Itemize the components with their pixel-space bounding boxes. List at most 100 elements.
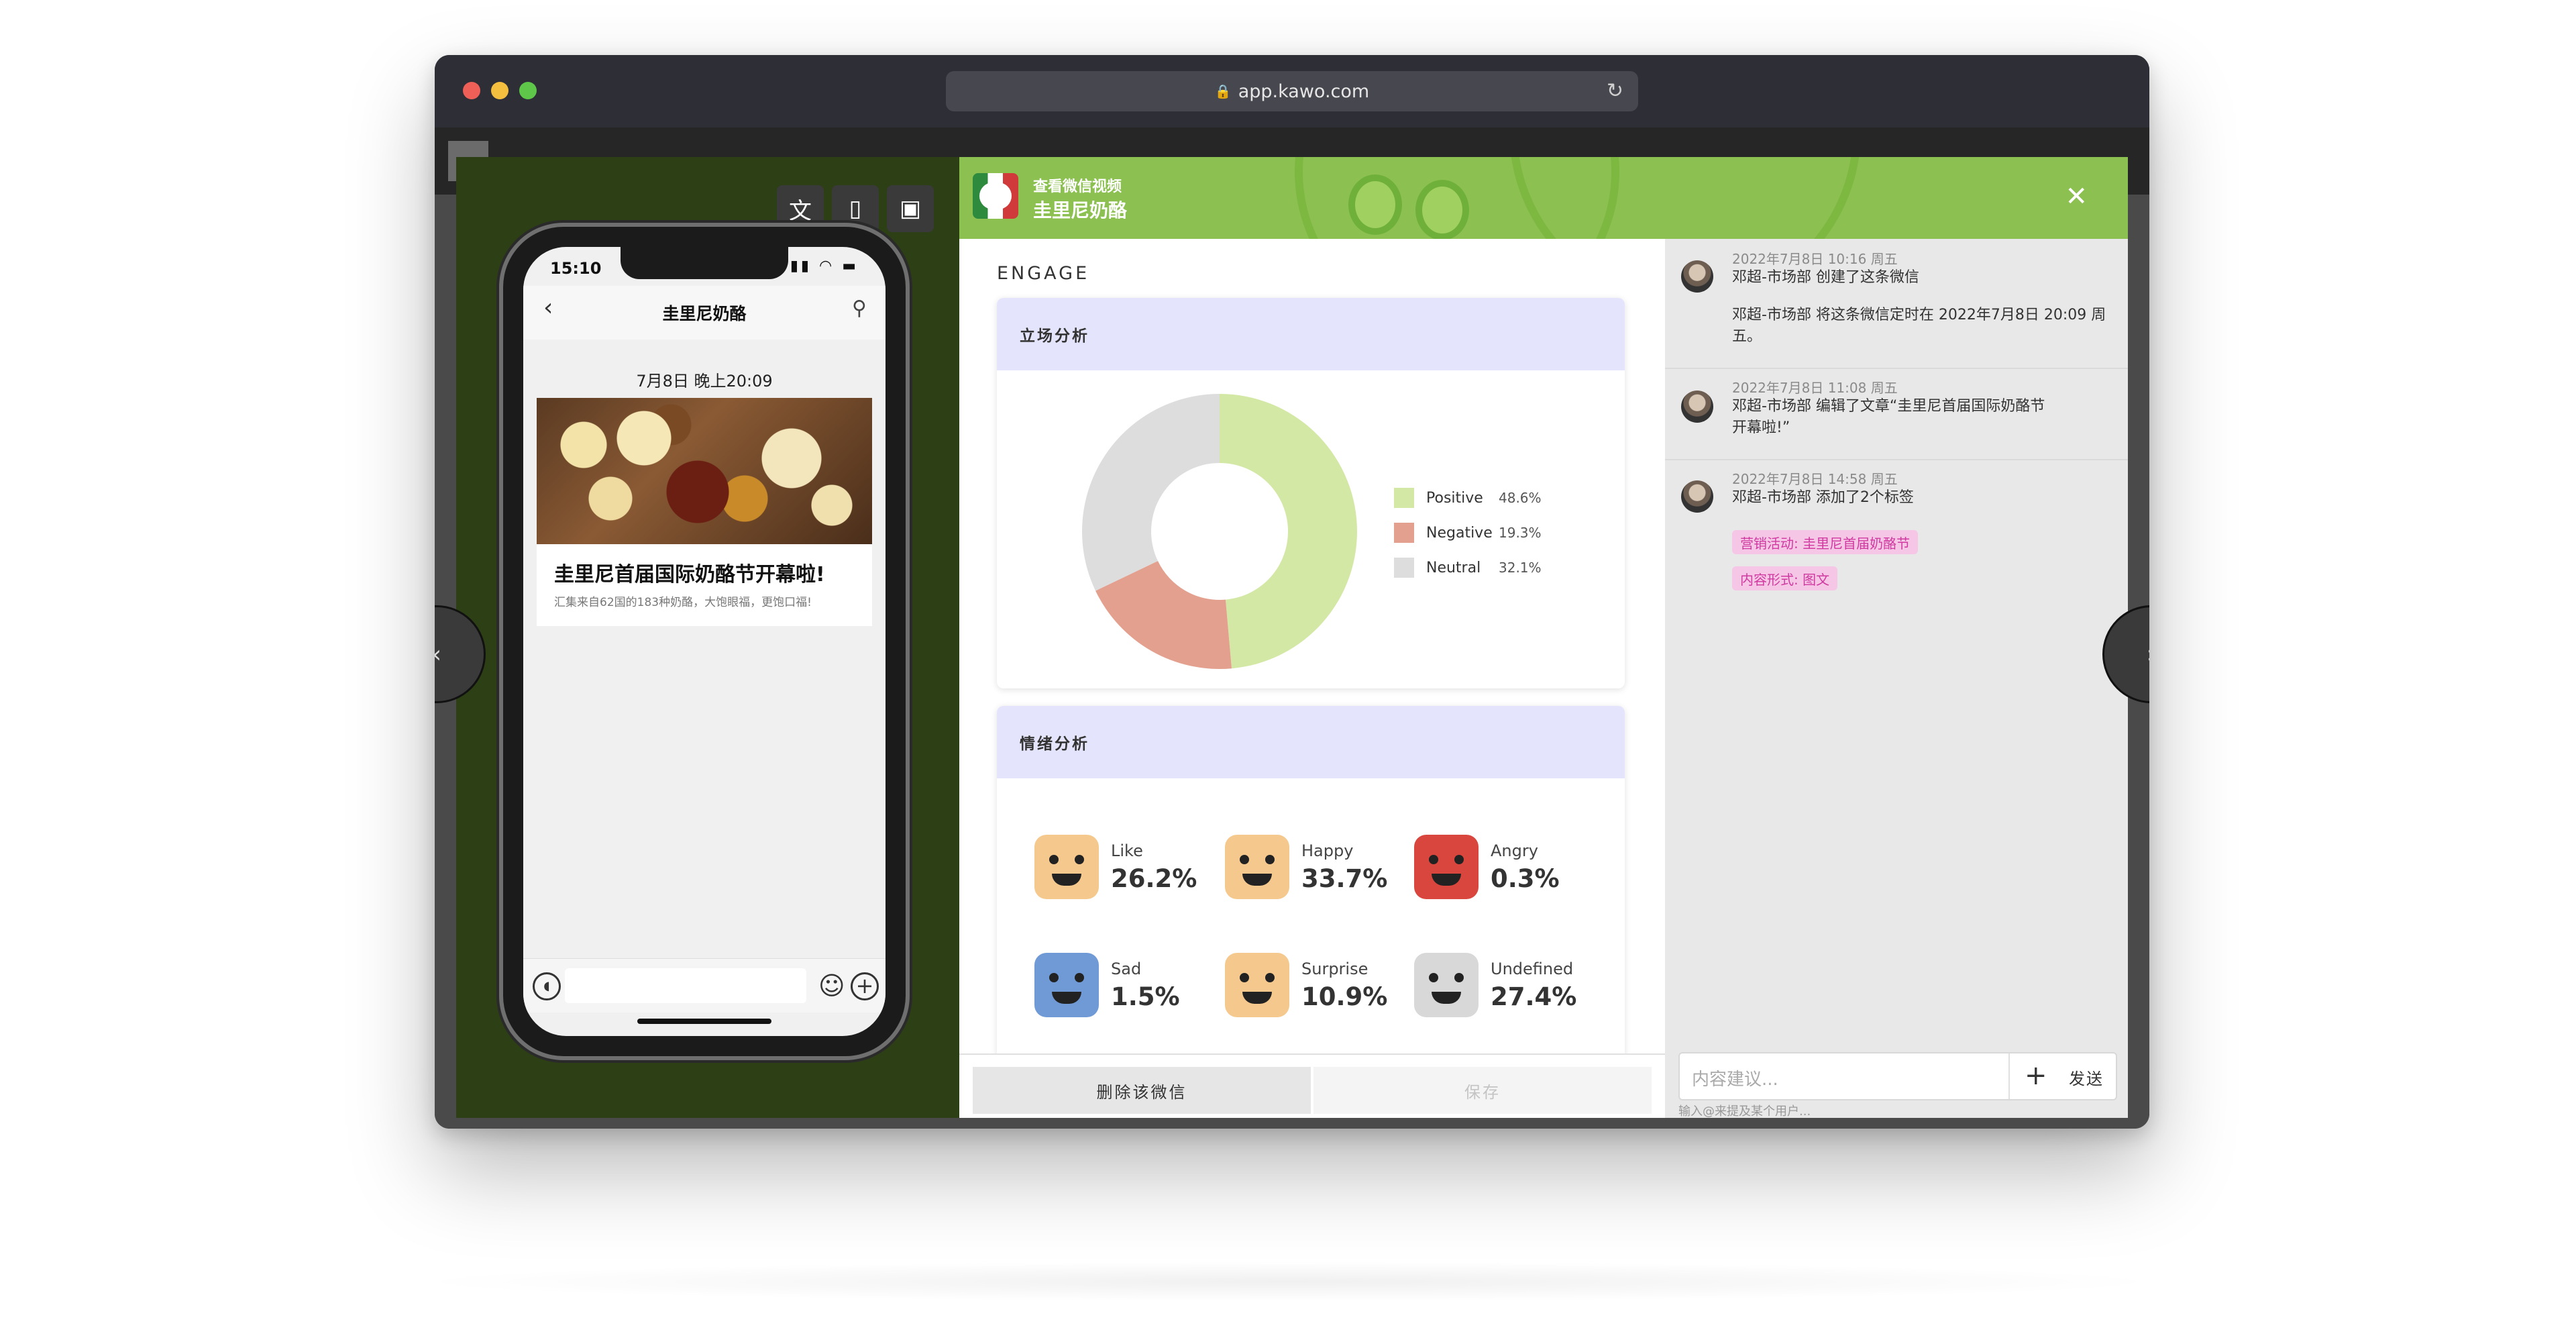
minimize-window-button[interactable] (491, 82, 508, 99)
header-title: 圭里尼奶酪 (1033, 199, 1128, 221)
activity-item: 2022年7月8日 11:08 周五 邓超-市场部 编辑了文章“圭里尼首届国际奶… (1665, 368, 2128, 460)
comment-input[interactable]: 内容建议... (1692, 1066, 1778, 1090)
legend-label: Neutral (1426, 559, 1481, 576)
close-icon[interactable]: ✕ (2065, 181, 2088, 212)
reload-icon[interactable]: ↻ (1607, 79, 1623, 103)
save-button[interactable]: 保存 (1313, 1067, 1652, 1114)
send-button[interactable]: 发送 (2069, 1066, 2104, 1089)
phone-preview-pane: 文 ▯ ▣ 15:10 ▮▮ ◠ ▬ 圭里尼奶酪 ‹ ⚲ 7月8日 晚上20:0… (456, 157, 959, 1118)
delete-post-button[interactable]: 删除该微信 (973, 1067, 1311, 1114)
legend-value: 32.1% (1499, 560, 1542, 576)
emotion-value: 26.2% (1111, 864, 1197, 893)
action-bar: 删除该微信 保存 (959, 1053, 1665, 1118)
address-bar[interactable]: 🔒 app.kawo.com ↻ (946, 71, 1638, 111)
emotion-label: Surprise (1301, 960, 1368, 978)
comment-box: 内容建议... + 发送 (1678, 1052, 2117, 1100)
stance-legend: Positive 48.6% Negative 19.3% Neutral 32.1% (1394, 480, 1542, 585)
legend-value: 19.3% (1499, 525, 1542, 541)
emotion-value: 0.3% (1491, 864, 1560, 893)
heart-eyes-face-icon (1034, 835, 1099, 899)
wechat-header: 圭里尼奶酪 (523, 286, 885, 340)
crying-face-icon (1034, 953, 1099, 1017)
legend-value: 48.6% (1499, 490, 1542, 506)
emotion-value: 33.7% (1301, 864, 1388, 893)
maximize-window-button[interactable] (519, 82, 537, 99)
user-icon[interactable]: ⚲ (852, 297, 867, 320)
section-title: ENGAGE (997, 263, 1090, 284)
emotion-value: 10.9% (1301, 982, 1388, 1011)
emotion-angry: Angry 0.3% (1414, 835, 1589, 909)
post-detail-modal: 查看微信视频 圭里尼奶酪 ✕ ENGAGE 立场分析 Positive 48.6%… (959, 157, 2128, 1118)
stance-donut-chart (1082, 394, 1358, 669)
activity-item: 2022年7月8日 10:16 周五 邓超-市场部 创建了这条微信 邓超-市场部… (1665, 239, 2128, 369)
legend-swatch (1394, 488, 1414, 508)
legend-label: Positive (1426, 489, 1483, 507)
comment-hint: 输入@来提及某个用户... (1678, 1104, 1811, 1118)
emotion-label: Undefined (1491, 960, 1574, 978)
emoji-icon[interactable]: ☺ (818, 971, 845, 1000)
avatar (1681, 480, 1713, 513)
emotion-value: 1.5% (1111, 982, 1180, 1011)
home-indicator (637, 1019, 771, 1024)
lock-icon: 🔒 (1214, 83, 1232, 99)
legend-item-positive: Positive 48.6% (1394, 480, 1542, 515)
emotion-title: 情绪分析 (997, 706, 1625, 778)
brand-logo (973, 173, 1018, 219)
url-text: app.kawo.com (1238, 81, 1370, 102)
browser-window: 🔒 app.kawo.com ↻ 文 ▯ ▣ 15:10 ▮▮ ◠ ▬ 圭里尼奶… (435, 55, 2149, 1129)
phone-screen: 15:10 ▮▮ ◠ ▬ 圭里尼奶酪 ‹ ⚲ 7月8日 晚上20:09 圭里尼首… (523, 247, 885, 1036)
add-icon[interactable]: + (2025, 1060, 2047, 1091)
legend-swatch (1394, 523, 1414, 543)
message-date: 7月8日 晚上20:09 (636, 372, 773, 391)
emotion-undefined: Undefined 27.4% (1414, 953, 1589, 1027)
header-subtitle: 查看微信视频 (1033, 178, 1122, 195)
emotion-surprise: Surprise 10.9% (1225, 953, 1399, 1027)
message-field[interactable] (565, 968, 806, 1003)
legend-swatch (1394, 558, 1414, 578)
avatar (1681, 260, 1713, 293)
avatar (1681, 391, 1713, 423)
emotion-label: Happy (1301, 841, 1354, 860)
tag-badge[interactable]: 内容形式: 图文 (1732, 566, 1838, 590)
emotion-sad: Sad 1.5% (1034, 953, 1209, 1027)
grinning-face-icon (1225, 835, 1289, 899)
image-view-icon[interactable]: ▣ (887, 185, 934, 232)
emotion-label: Angry (1491, 841, 1538, 860)
article-title: 圭里尼首届国际奶酪节开幕啦! (554, 563, 825, 586)
legend-label: Negative (1426, 524, 1493, 541)
article-description: 汇集来自62国的183种奶酪，大饱眼福，更饱口福! (554, 596, 812, 609)
tag-badge[interactable]: 营销活动: 圭里尼首届奶酪节 (1732, 530, 1919, 554)
surprised-face-icon (1225, 953, 1289, 1017)
activity-item: 2022年7月8日 14:58 周五 邓超-市场部 添加了2个标签 营销活动: … (1665, 459, 2128, 620)
legend-item-neutral: Neutral 32.1% (1394, 550, 1542, 585)
activity-panel: 2022年7月8日 10:16 周五 邓超-市场部 创建了这条微信 邓超-市场部… (1665, 239, 2128, 1118)
angry-face-icon (1414, 835, 1479, 899)
stance-card: 立场分析 Positive 48.6% Negative 19.3% Neutral 32… (997, 298, 1625, 688)
emotion-label: Sad (1111, 960, 1142, 978)
emotion-label: Like (1111, 841, 1143, 860)
phone-mockup: 15:10 ▮▮ ◠ ▬ 圭里尼奶酪 ‹ ⚲ 7月8日 晚上20:09 圭里尼首… (503, 227, 906, 1056)
emotion-happy: Happy 33.7% (1225, 835, 1399, 909)
close-window-button[interactable] (463, 82, 480, 99)
status-icons: ▮▮ ◠ ▬ (790, 258, 859, 274)
account-name: 圭里尼奶酪 (662, 304, 747, 323)
voice-icon[interactable]: ◖ (533, 972, 561, 1000)
article-cover-image (537, 398, 872, 544)
emotion-card: 情绪分析 Like 26.2% Happy 33.7% Angry 0.3% Sad 1.5%… (997, 706, 1625, 1053)
article-card[interactable]: 圭里尼首届国际奶酪节开幕啦! 汇集来自62国的183种奶酪，大饱眼福，更饱口福! (537, 398, 872, 626)
neutral-face-icon (1414, 953, 1479, 1017)
translate-icon[interactable]: 文 (777, 185, 824, 232)
emotion-value: 27.4% (1491, 982, 1577, 1011)
modal-header: 查看微信视频 圭里尼奶酪 ✕ (959, 157, 2128, 239)
wechat-input-bar: ◖ ☺ + (523, 958, 885, 1013)
donut-slice-neutral (1082, 394, 1220, 591)
donut-slice-positive (1220, 394, 1358, 669)
browser-titlebar: 🔒 app.kawo.com ↻ (435, 55, 2149, 129)
floor-shadow (402, 1261, 2174, 1302)
phone-view-icon[interactable]: ▯ (832, 185, 879, 232)
back-icon[interactable]: ‹ (543, 294, 553, 321)
engage-pane: ENGAGE 立场分析 Positive 48.6% Negative 19.3% Ne… (959, 239, 1666, 1053)
legend-item-negative: Negative 19.3% (1394, 515, 1542, 550)
stance-title: 立场分析 (997, 298, 1625, 370)
plus-icon[interactable]: + (851, 972, 879, 1000)
